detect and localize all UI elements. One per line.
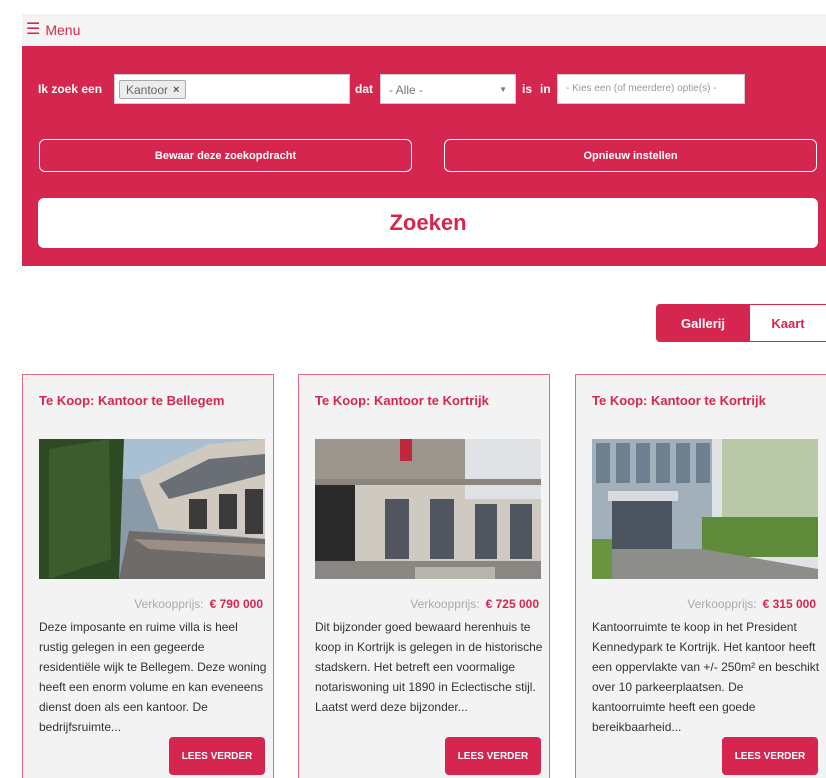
listing-description: Kantoorruimte te koop in het President K… xyxy=(592,620,820,734)
listing-photo[interactable] xyxy=(315,439,541,579)
price-label: Verkoopprijs: xyxy=(687,597,757,611)
listing-title[interactable]: Te Koop: Kantoor te Kortrijk xyxy=(592,393,766,408)
listing-card: Te Koop: Kantoor te Kortrijk Verkoopprij… xyxy=(575,374,826,778)
chevron-down-icon: ▼ xyxy=(499,85,507,94)
listing-price-line: Verkoopprijs: € 315 000 xyxy=(687,597,816,611)
listing-description: Dit bijzonder goed bewaard herenhuis te … xyxy=(315,620,543,714)
type-chip: Kantoor × xyxy=(119,80,187,99)
type-input[interactable]: Kantoor × xyxy=(114,74,350,104)
label-is: is xyxy=(522,82,533,96)
search-row: Ik zoek een Kantoor × dat - Alle - ▼ is … xyxy=(22,74,826,104)
label-ik-zoek-een: Ik zoek een xyxy=(38,82,103,96)
listing-price: € 790 000 xyxy=(209,597,263,611)
listing-card: Te Koop: Kantoor te Bellegem Verkoopprij… xyxy=(22,374,274,778)
menu-bar[interactable]: ☰ Menu xyxy=(22,14,826,46)
listing-price: € 725 000 xyxy=(485,597,539,611)
hamburger-icon: ☰ xyxy=(26,21,41,38)
search-panel: Ik zoek een Kantoor × dat - Alle - ▼ is … xyxy=(22,46,826,266)
listing-photo[interactable] xyxy=(39,439,265,579)
map-view-button[interactable]: Kaart xyxy=(750,304,826,342)
listing-photo[interactable] xyxy=(592,439,818,579)
listing-price-line: Verkoopprijs: € 790 000 xyxy=(134,597,263,611)
read-more-button[interactable]: LEES VERDER xyxy=(169,737,265,775)
search-submit-button[interactable]: Zoeken xyxy=(38,198,818,248)
listing-card: Te Koop: Kantoor te Kortrijk Verkoopprij… xyxy=(298,374,550,778)
menu-label: Menu xyxy=(45,22,81,38)
listing-title[interactable]: Te Koop: Kantoor te Bellegem xyxy=(39,393,224,408)
listing-price-line: Verkoopprijs: € 725 000 xyxy=(410,597,539,611)
chip-remove-icon[interactable]: × xyxy=(173,84,179,96)
listing-price: € 315 000 xyxy=(762,597,816,611)
read-more-button[interactable]: LEES VERDER xyxy=(445,737,541,775)
listing-description: Deze imposante en ruime villa is heel ru… xyxy=(39,620,267,734)
chip-label: Kantoor xyxy=(126,82,169,97)
reset-button[interactable]: Opnieuw instellen xyxy=(444,139,817,172)
gallery-view-button[interactable]: Gallerij xyxy=(656,304,750,342)
save-search-button[interactable]: Bewaar deze zoekopdracht xyxy=(39,139,412,172)
location-placeholder: - Kies een (of meerdere) optie(s) - xyxy=(566,83,717,94)
listing-title[interactable]: Te Koop: Kantoor te Kortrijk xyxy=(315,393,489,408)
status-select-value: - Alle - xyxy=(389,83,424,97)
status-select[interactable]: - Alle - ▼ xyxy=(380,74,516,104)
label-dat: dat xyxy=(355,82,373,96)
label-in: in xyxy=(540,82,551,96)
location-multiselect[interactable]: - Kies een (of meerdere) optie(s) - xyxy=(557,74,745,104)
price-label: Verkoopprijs: xyxy=(410,597,480,611)
read-more-button[interactable]: LEES VERDER xyxy=(722,737,818,775)
price-label: Verkoopprijs: xyxy=(134,597,204,611)
